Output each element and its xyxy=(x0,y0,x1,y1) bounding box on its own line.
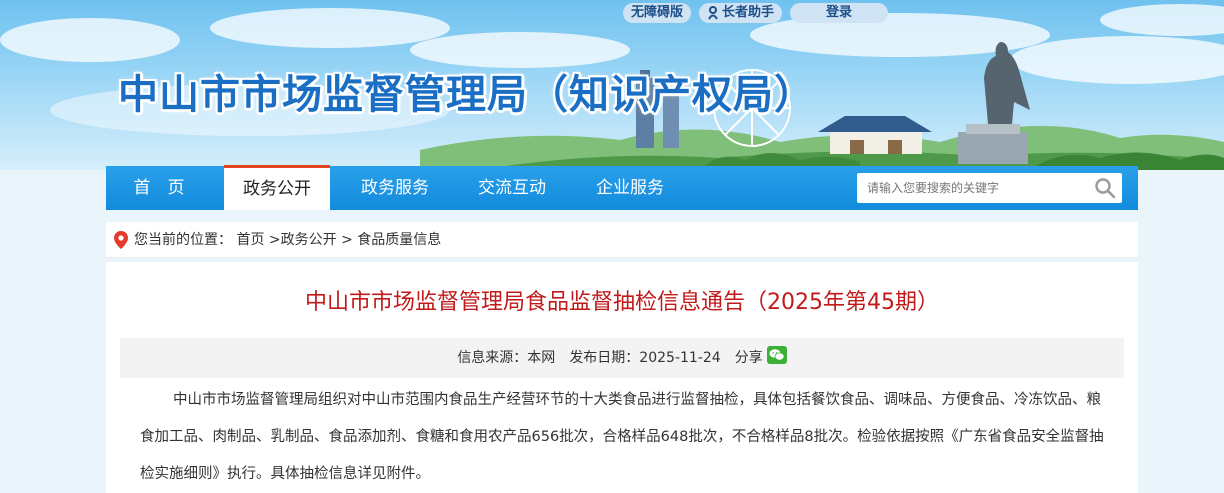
nav-item-government-affairs[interactable]: 政务公开 xyxy=(224,165,330,210)
share-label: 分享 xyxy=(734,350,763,366)
breadcrumb-separator: > xyxy=(341,232,358,248)
login-button[interactable]: 登录 xyxy=(790,3,889,23)
search-box xyxy=(857,173,1122,203)
header-banner: 中山市市场监督管理局（知识产权局） 无障碍版 长者助手 登录 xyxy=(0,0,1224,170)
accessible-version-button[interactable]: 无障碍版 xyxy=(623,3,692,23)
article-container: 中山市市场监督管理局食品监督抽检信息通告（2025年第45期） 信息来源：本网发… xyxy=(106,262,1138,493)
nav-item-home[interactable]: 首 页 xyxy=(106,166,212,210)
article-source: 信息来源：本网 xyxy=(457,350,556,366)
breadcrumb: 您当前的位置： 首页 >政务公开 > 食品质量信息 xyxy=(106,222,1138,258)
elder-assistant-label: 长者助手 xyxy=(722,5,775,20)
article-body: 中山市市场监督管理局组织对中山市范围内食品生产经营环节的十大类食品进行监督抽检，… xyxy=(140,392,1104,482)
location-pin-icon xyxy=(114,231,128,249)
search-icon[interactable] xyxy=(1094,177,1116,199)
nav-item-government-services[interactable]: 政务服务 xyxy=(342,166,448,210)
nav-item-interaction[interactable]: 交流互动 xyxy=(459,166,565,210)
article-date: 发布日期：2025-11-24 xyxy=(569,350,721,366)
elder-icon xyxy=(708,6,718,20)
article-title: 中山市市场监督管理局食品监督抽检信息通告（2025年第45期） xyxy=(305,290,939,315)
article-meta-bar: 信息来源：本网 发布日期：2025-11-24 分享 xyxy=(120,338,1124,378)
breadcrumb-home[interactable]: 首页 xyxy=(236,232,264,248)
breadcrumb-government-affairs[interactable]: 政务公开 xyxy=(281,232,337,248)
article-meta: 信息来源：本网 发布日期：2025-11-24 分享 xyxy=(120,338,1124,378)
breadcrumb-food-quality[interactable]: 食品质量信息 xyxy=(357,232,441,248)
breadcrumb-separator: > xyxy=(268,232,281,248)
breadcrumb-prefix: 您当前的位置： xyxy=(134,232,232,248)
breadcrumb-trail: 您当前的位置： 首页 >政务公开 > 食品质量信息 xyxy=(134,222,441,258)
wechat-icon[interactable] xyxy=(766,346,787,364)
accessible-version-label: 无障碍版 xyxy=(631,5,684,20)
site-title: 中山市市场监督管理局（知识产权局） xyxy=(118,72,815,118)
nav-item-enterprise-services[interactable]: 企业服务 xyxy=(577,166,683,210)
elder-assistant-button[interactable]: 长者助手 xyxy=(699,3,783,23)
search-input[interactable] xyxy=(857,173,1082,203)
login-label: 登录 xyxy=(826,5,853,20)
utility-bar: 无障碍版 长者助手 登录 xyxy=(623,3,889,23)
main-nav: 首 页 政务公开 政务服务 交流互动 企业服务 xyxy=(106,165,1138,210)
